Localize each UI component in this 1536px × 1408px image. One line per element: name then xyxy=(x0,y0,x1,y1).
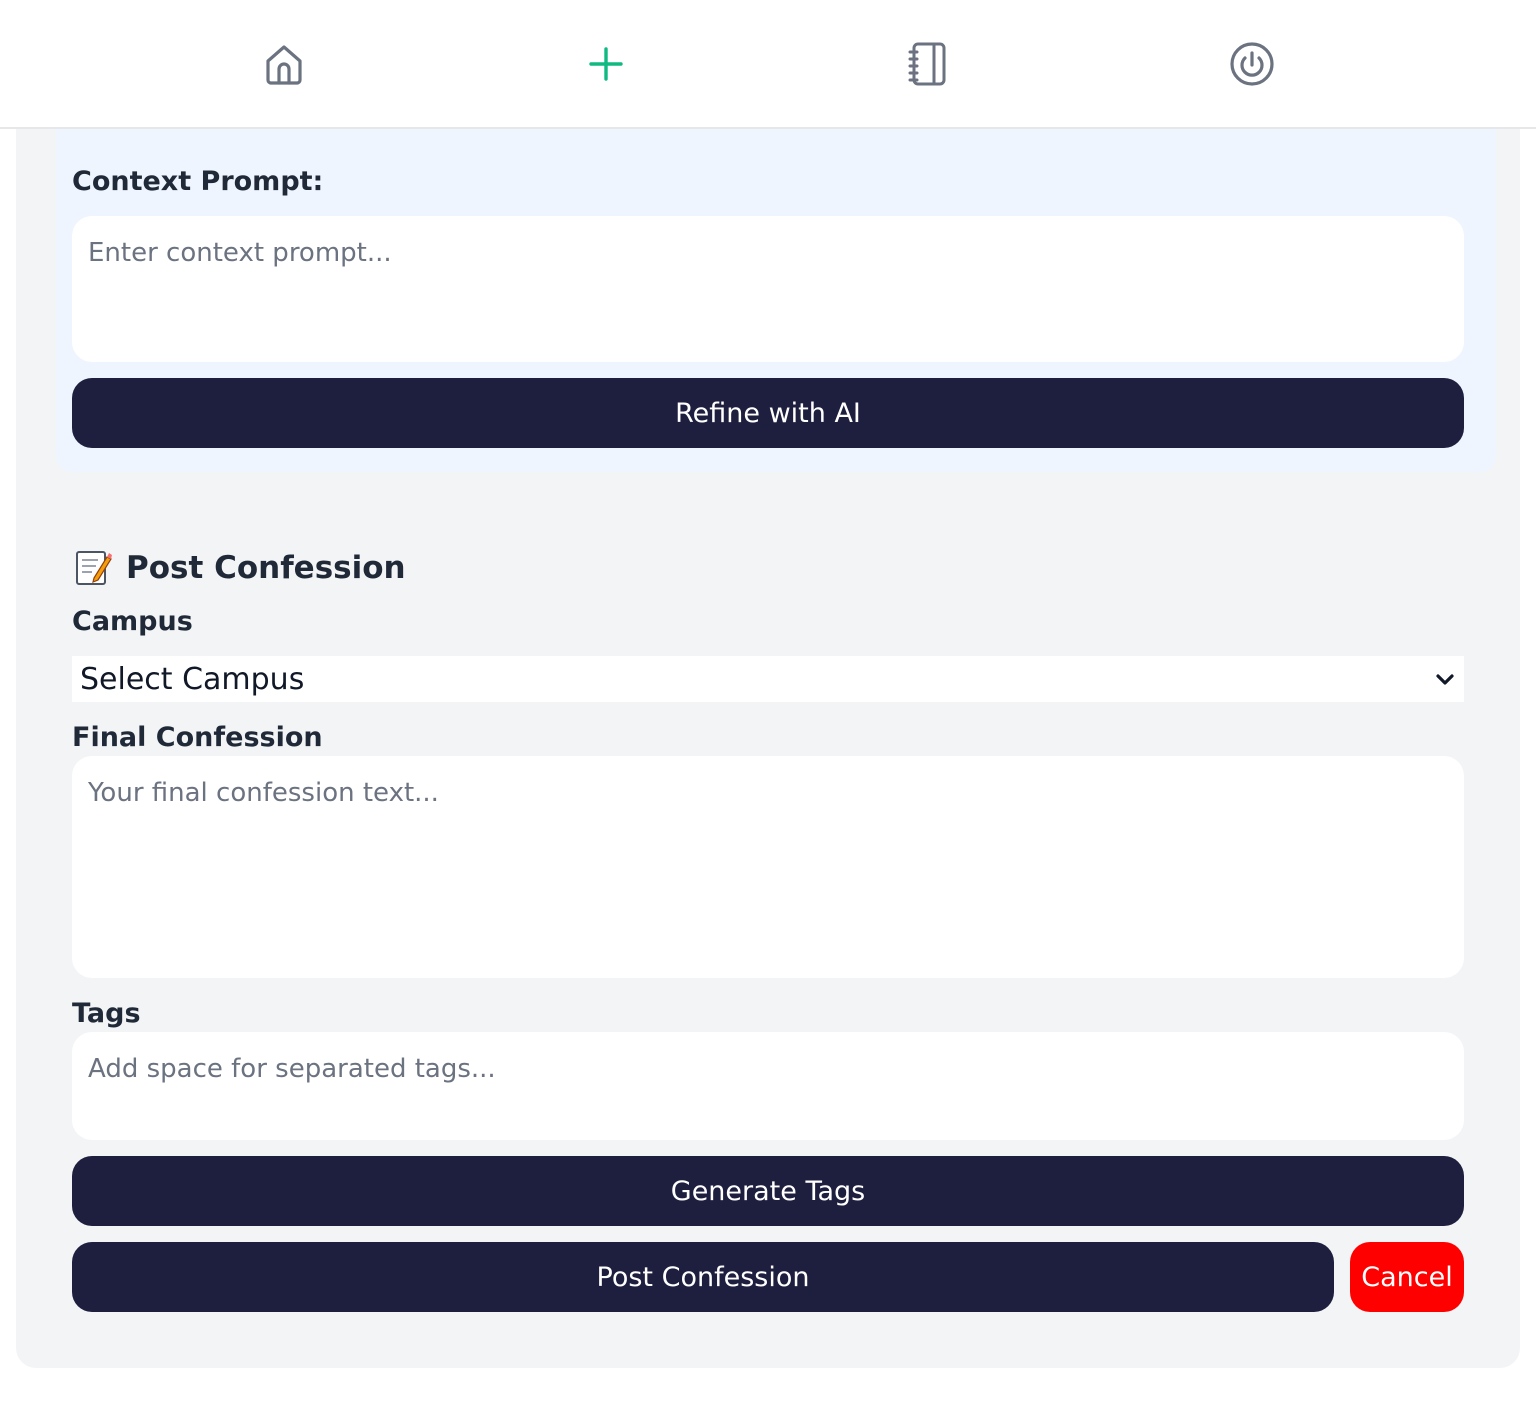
generate-tags-button[interactable]: Generate Tags xyxy=(72,1156,1464,1226)
cancel-button[interactable]: Cancel xyxy=(1350,1242,1464,1312)
post-confession-button[interactable]: Post Confession xyxy=(72,1242,1334,1312)
tags-input[interactable] xyxy=(72,1032,1464,1140)
chevron-down-icon xyxy=(1436,674,1454,685)
plus-icon xyxy=(589,47,623,81)
context-prompt-input[interactable] xyxy=(72,216,1464,362)
campus-selected-value: Select Campus xyxy=(80,661,305,697)
final-confession-label: Final Confession xyxy=(72,722,323,753)
memo-icon xyxy=(76,551,112,585)
final-confession-input[interactable] xyxy=(72,756,1464,978)
logout-nav-button[interactable] xyxy=(1226,38,1278,90)
context-prompt-label: Context Prompt: xyxy=(72,166,324,197)
notebook-nav-button[interactable] xyxy=(902,38,954,90)
create-nav-button[interactable] xyxy=(580,38,632,90)
notebook-icon xyxy=(908,42,946,86)
tags-label: Tags xyxy=(72,998,141,1029)
home-icon xyxy=(266,45,302,85)
home-nav-button[interactable] xyxy=(258,38,310,90)
post-confession-title: Post Confession xyxy=(126,550,406,586)
post-confession-heading: Post Confession xyxy=(72,546,406,590)
campus-label: Campus xyxy=(72,606,193,637)
top-nav xyxy=(0,0,1536,129)
campus-select[interactable]: Select Campus xyxy=(72,656,1464,702)
refine-with-ai-button[interactable]: Refine with AI xyxy=(72,378,1464,448)
power-icon xyxy=(1230,42,1274,86)
